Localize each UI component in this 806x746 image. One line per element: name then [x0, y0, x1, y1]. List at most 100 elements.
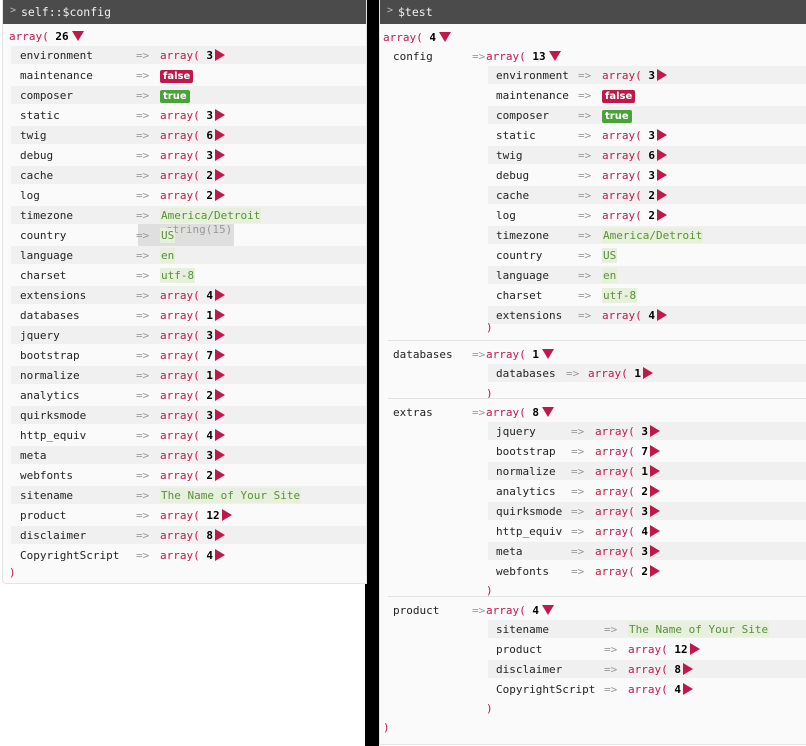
- array-count: 8: [674, 663, 681, 676]
- chevron-right-icon[interactable]: >: [387, 5, 393, 16]
- root-array-head[interactable]: array( 4: [383, 28, 451, 48]
- expand-triangle-icon[interactable]: [650, 525, 660, 537]
- array-value[interactable]: array( 8: [160, 529, 225, 543]
- array-value[interactable]: array( 4: [160, 429, 225, 443]
- array-value[interactable]: array( 3: [160, 329, 225, 343]
- expand-triangle-icon[interactable]: [650, 545, 660, 557]
- array-value[interactable]: array( 3: [595, 545, 660, 559]
- array-value[interactable]: array( 3: [160, 409, 225, 423]
- array-value[interactable]: array( 1: [160, 369, 225, 383]
- expand-triangle-icon[interactable]: [215, 449, 225, 461]
- expand-triangle-icon[interactable]: [215, 169, 225, 181]
- root-array-head[interactable]: array( 26: [9, 27, 84, 47]
- row-key: static: [496, 129, 536, 142]
- expand-triangle-icon[interactable]: [683, 683, 693, 695]
- expand-triangle-icon[interactable]: [215, 129, 225, 141]
- array-value[interactable]: array( 3: [160, 109, 225, 123]
- expand-triangle-icon[interactable]: [215, 109, 225, 121]
- expand-triangle-icon[interactable]: [657, 209, 667, 221]
- expand-triangle-icon[interactable]: [215, 369, 225, 381]
- array-value[interactable]: array( 2: [160, 189, 225, 203]
- array-value[interactable]: array( 3: [595, 505, 660, 519]
- expand-triangle-icon[interactable]: [643, 367, 653, 379]
- collapse-triangle-icon[interactable]: [542, 407, 554, 417]
- row-arrow: =>: [472, 348, 486, 361]
- array-value[interactable]: array( 2: [595, 565, 660, 579]
- chevron-right-icon[interactable]: >: [10, 5, 16, 16]
- array-value[interactable]: array( 12: [628, 643, 700, 657]
- group-array-head[interactable]: array( 8: [486, 403, 554, 423]
- group-array-head[interactable]: array( 4: [486, 601, 554, 621]
- expand-triangle-icon[interactable]: [215, 329, 225, 341]
- array-value[interactable]: array( 2: [160, 469, 225, 483]
- expand-triangle-icon[interactable]: [650, 425, 660, 437]
- expand-triangle-icon[interactable]: [215, 349, 225, 361]
- array-value[interactable]: array( 3: [602, 69, 667, 83]
- group-array-head[interactable]: array( 1: [486, 345, 554, 365]
- array-value[interactable]: array( 4: [160, 549, 225, 563]
- expand-triangle-icon[interactable]: [683, 663, 693, 675]
- array-value[interactable]: array( 3: [602, 129, 667, 143]
- array-value[interactable]: array( 4: [595, 525, 660, 539]
- dump-row: extensions => array( 4: [488, 306, 806, 325]
- row-arrow: =>: [136, 529, 150, 542]
- expand-triangle-icon[interactable]: [650, 565, 660, 577]
- array-value[interactable]: array( 1: [160, 309, 225, 323]
- collapse-triangle-icon[interactable]: [439, 32, 451, 42]
- expand-triangle-icon[interactable]: [215, 529, 225, 541]
- array-value[interactable]: array( 6: [602, 149, 667, 163]
- array-value[interactable]: array( 2: [595, 485, 660, 499]
- array-value[interactable]: array( 2: [602, 209, 667, 223]
- collapse-triangle-icon[interactable]: [542, 605, 554, 615]
- array-value[interactable]: array( 1: [588, 367, 653, 381]
- expand-triangle-icon[interactable]: [650, 465, 660, 477]
- expand-triangle-icon[interactable]: [657, 309, 667, 321]
- expand-triangle-icon[interactable]: [215, 409, 225, 421]
- group-separator: [388, 398, 806, 399]
- expand-triangle-icon[interactable]: [215, 309, 225, 321]
- array-value[interactable]: array( 3: [160, 449, 225, 463]
- expand-triangle-icon[interactable]: [657, 69, 667, 81]
- group-array-head[interactable]: array( 13: [486, 47, 561, 67]
- array-value[interactable]: array( 3: [602, 169, 667, 183]
- collapse-triangle-icon[interactable]: [542, 349, 554, 359]
- expand-triangle-icon[interactable]: [215, 149, 225, 161]
- expand-triangle-icon[interactable]: [657, 189, 667, 201]
- expand-triangle-icon[interactable]: [657, 169, 667, 181]
- expand-triangle-icon[interactable]: [215, 429, 225, 441]
- expand-triangle-icon[interactable]: [221, 509, 232, 521]
- expand-triangle-icon[interactable]: [215, 389, 225, 401]
- array-value[interactable]: array( 3: [160, 49, 225, 63]
- dump-row: country => US: [488, 246, 806, 265]
- array-value[interactable]: array( 8: [628, 663, 693, 677]
- array-value[interactable]: array( 2: [602, 189, 667, 203]
- expand-triangle-icon[interactable]: [215, 469, 225, 481]
- array-value[interactable]: array( 7: [160, 349, 225, 363]
- expand-triangle-icon[interactable]: [657, 129, 667, 141]
- expand-triangle-icon[interactable]: [650, 445, 660, 457]
- expand-triangle-icon[interactable]: [215, 289, 225, 301]
- expand-triangle-icon[interactable]: [657, 149, 667, 161]
- array-value[interactable]: array( 7: [595, 445, 660, 459]
- array-value[interactable]: array( 2: [160, 169, 225, 183]
- array-value[interactable]: array( 1: [595, 465, 660, 479]
- array-value[interactable]: array( 4: [602, 309, 667, 323]
- expand-triangle-icon[interactable]: [650, 505, 660, 517]
- array-value[interactable]: array( 2: [160, 389, 225, 403]
- expand-triangle-icon[interactable]: [215, 189, 225, 201]
- array-value[interactable]: array( 3: [160, 149, 225, 163]
- array-value[interactable]: array( 3: [595, 425, 660, 439]
- array-value[interactable]: array( 4: [160, 289, 225, 303]
- expand-triangle-icon[interactable]: [215, 549, 225, 561]
- collapse-triangle-icon[interactable]: [548, 51, 561, 61]
- collapse-triangle-icon[interactable]: [71, 31, 84, 41]
- array-value[interactable]: array( 6: [160, 129, 225, 143]
- dump-header[interactable]: > self::$config: [3, 0, 366, 24]
- array-value[interactable]: array( 4: [628, 683, 693, 697]
- expand-triangle-icon[interactable]: [215, 49, 225, 61]
- expand-triangle-icon[interactable]: [650, 485, 660, 497]
- bool-value: false: [602, 89, 636, 104]
- array-value[interactable]: array( 12: [160, 509, 232, 523]
- expand-triangle-icon[interactable]: [689, 643, 700, 655]
- dump-header[interactable]: > $test: [380, 0, 806, 24]
